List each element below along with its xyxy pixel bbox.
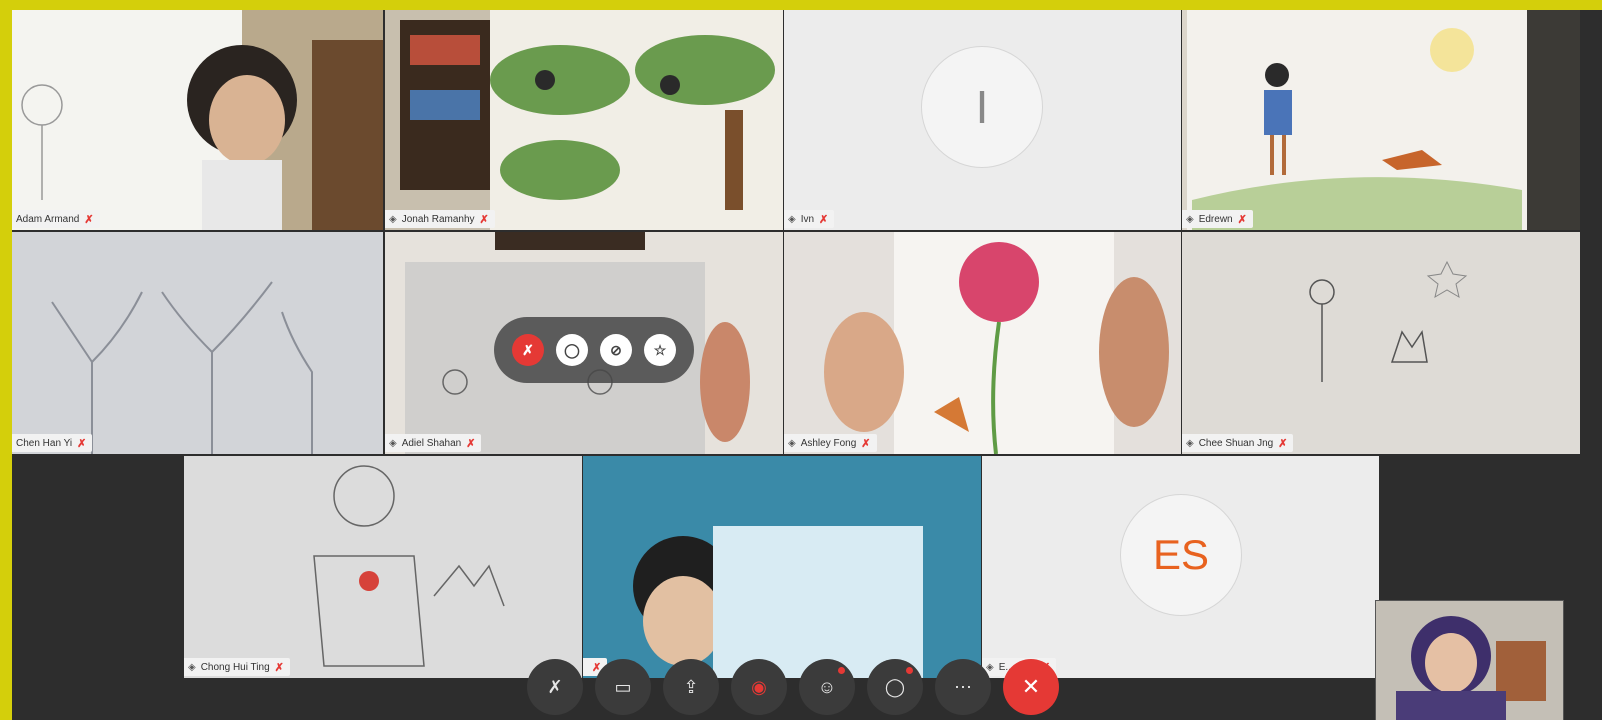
video-grid: Adam Armand ✗ ◈ Jonah Ramanhy ✗ I ◈ Ivn … — [12, 10, 1602, 720]
participant-name-tag: ◈ Chong Hui Ting ✗ — [184, 658, 290, 676]
participant-tile[interactable]: Adam Armand ✗ — [12, 10, 383, 230]
signal-icon: ◈ — [1186, 437, 1194, 449]
video-feed — [1182, 10, 1580, 230]
video-feed — [385, 10, 783, 230]
avatar-initials: I — [975, 81, 989, 133]
video-feed — [12, 232, 383, 454]
participant-name: Ashley Fong — [800, 437, 857, 449]
participant-name: Adam Armand — [16, 213, 80, 225]
video-feed — [784, 232, 1181, 454]
participant-name: Chen Han Yi — [16, 437, 73, 449]
participant-name: Ivn — [800, 213, 815, 225]
participant-name: Adiel Shahan — [401, 437, 462, 449]
avatar-initials: ES — [1152, 531, 1210, 578]
participant-tile[interactable]: ◈ Jonah Ramanhy ✗ — [385, 10, 783, 230]
mic-off-icon[interactable]: ✗ — [527, 659, 583, 715]
participant-tile[interactable]: ◈ Edrewn ✗ — [1182, 10, 1580, 230]
mic-off-icon: ✗ — [466, 437, 476, 450]
share-screen-icon[interactable]: ⇪ — [663, 659, 719, 715]
mic-off-icon: ✗ — [1237, 213, 1247, 226]
block-icon[interactable]: ⊘ — [600, 334, 632, 366]
mic-off-icon: ✗ — [861, 437, 871, 450]
chat-icon[interactable]: ◯ — [867, 659, 923, 715]
mic-off-icon: ✗ — [84, 213, 94, 226]
call-toolbar: ✗ ▭ ⇪ ◉ ☺ ◯ ⋯ ✕ — [527, 658, 1059, 716]
participant-name-tag: Adam Armand ✗ — [12, 210, 100, 228]
participant-hover-controls: ✗ ◯ ⊘ ☆ — [494, 317, 694, 383]
participant-tile[interactable]: ◈ Chee Shuan Jng ✗ — [1182, 232, 1580, 454]
participant-name: Chong Hui Ting — [200, 661, 270, 673]
more-icon[interactable]: ⋯ — [935, 659, 991, 715]
video-feed — [12, 10, 383, 230]
participant-name-tag: ◈ Ivn ✗ — [784, 210, 835, 228]
signal-icon: ◈ — [788, 213, 796, 225]
video-feed — [1182, 232, 1580, 454]
participant-tile[interactable]: ✗ — [583, 456, 981, 678]
participants-icon[interactable]: ☺ — [799, 659, 855, 715]
mic-off-icon: ✗ — [274, 661, 284, 674]
signal-icon: ◈ — [389, 213, 397, 225]
participant-name: Edrewn — [1198, 213, 1233, 225]
participant-name-tag: ◈ Chee Shuan Jng ✗ — [1182, 434, 1294, 452]
signal-icon: ◈ — [188, 661, 196, 673]
camera-off-icon[interactable]: ▭ — [595, 659, 651, 715]
star-icon[interactable]: ☆ — [644, 334, 676, 366]
participant-name-tag: ◈ Adiel Shahan ✗ — [385, 434, 482, 452]
participant-name: Jonah Ramanhy — [401, 213, 475, 225]
video-feed — [184, 456, 582, 678]
avatar: I — [921, 46, 1043, 168]
participant-tile[interactable]: ◈ Chong Hui Ting ✗ — [184, 456, 582, 678]
participant-tile[interactable]: I ◈ Ivn ✗ — [784, 10, 1181, 230]
mic-off-icon: ✗ — [1278, 437, 1288, 450]
mic-off-icon: ✗ — [77, 437, 87, 450]
participant-tile[interactable]: ◈ Ashley Fong ✗ — [784, 232, 1181, 454]
participant-tile[interactable]: ES ◈ E... ...ah ✗ — [982, 456, 1379, 678]
mic-off-icon: ✗ — [479, 213, 489, 226]
mic-off-icon: ✗ — [819, 213, 829, 226]
participant-tile[interactable]: Chen Han Yi ✗ — [12, 232, 383, 454]
participant-name: Chee Shuan Jng — [1198, 437, 1274, 449]
participant-name-tag: Chen Han Yi ✗ — [12, 434, 93, 452]
mic-off-icon[interactable]: ✗ — [512, 334, 544, 366]
participant-name-tag: ◈ Edrewn ✗ — [1182, 210, 1253, 228]
record-icon[interactable]: ◉ — [731, 659, 787, 715]
end-call-icon[interactable]: ✕ — [1003, 659, 1059, 715]
self-video-feed — [1376, 601, 1563, 720]
pin-icon[interactable]: ◯ — [556, 334, 588, 366]
signal-icon: ◈ — [1186, 213, 1194, 225]
video-feed — [583, 456, 981, 678]
participant-name-tag: ◈ Ashley Fong ✗ — [784, 434, 877, 452]
signal-icon: ◈ — [389, 437, 397, 449]
signal-icon: ◈ — [788, 437, 796, 449]
participant-name-tag: ◈ Jonah Ramanhy ✗ — [385, 210, 495, 228]
self-view[interactable] — [1375, 600, 1564, 720]
avatar: ES — [1120, 494, 1242, 616]
